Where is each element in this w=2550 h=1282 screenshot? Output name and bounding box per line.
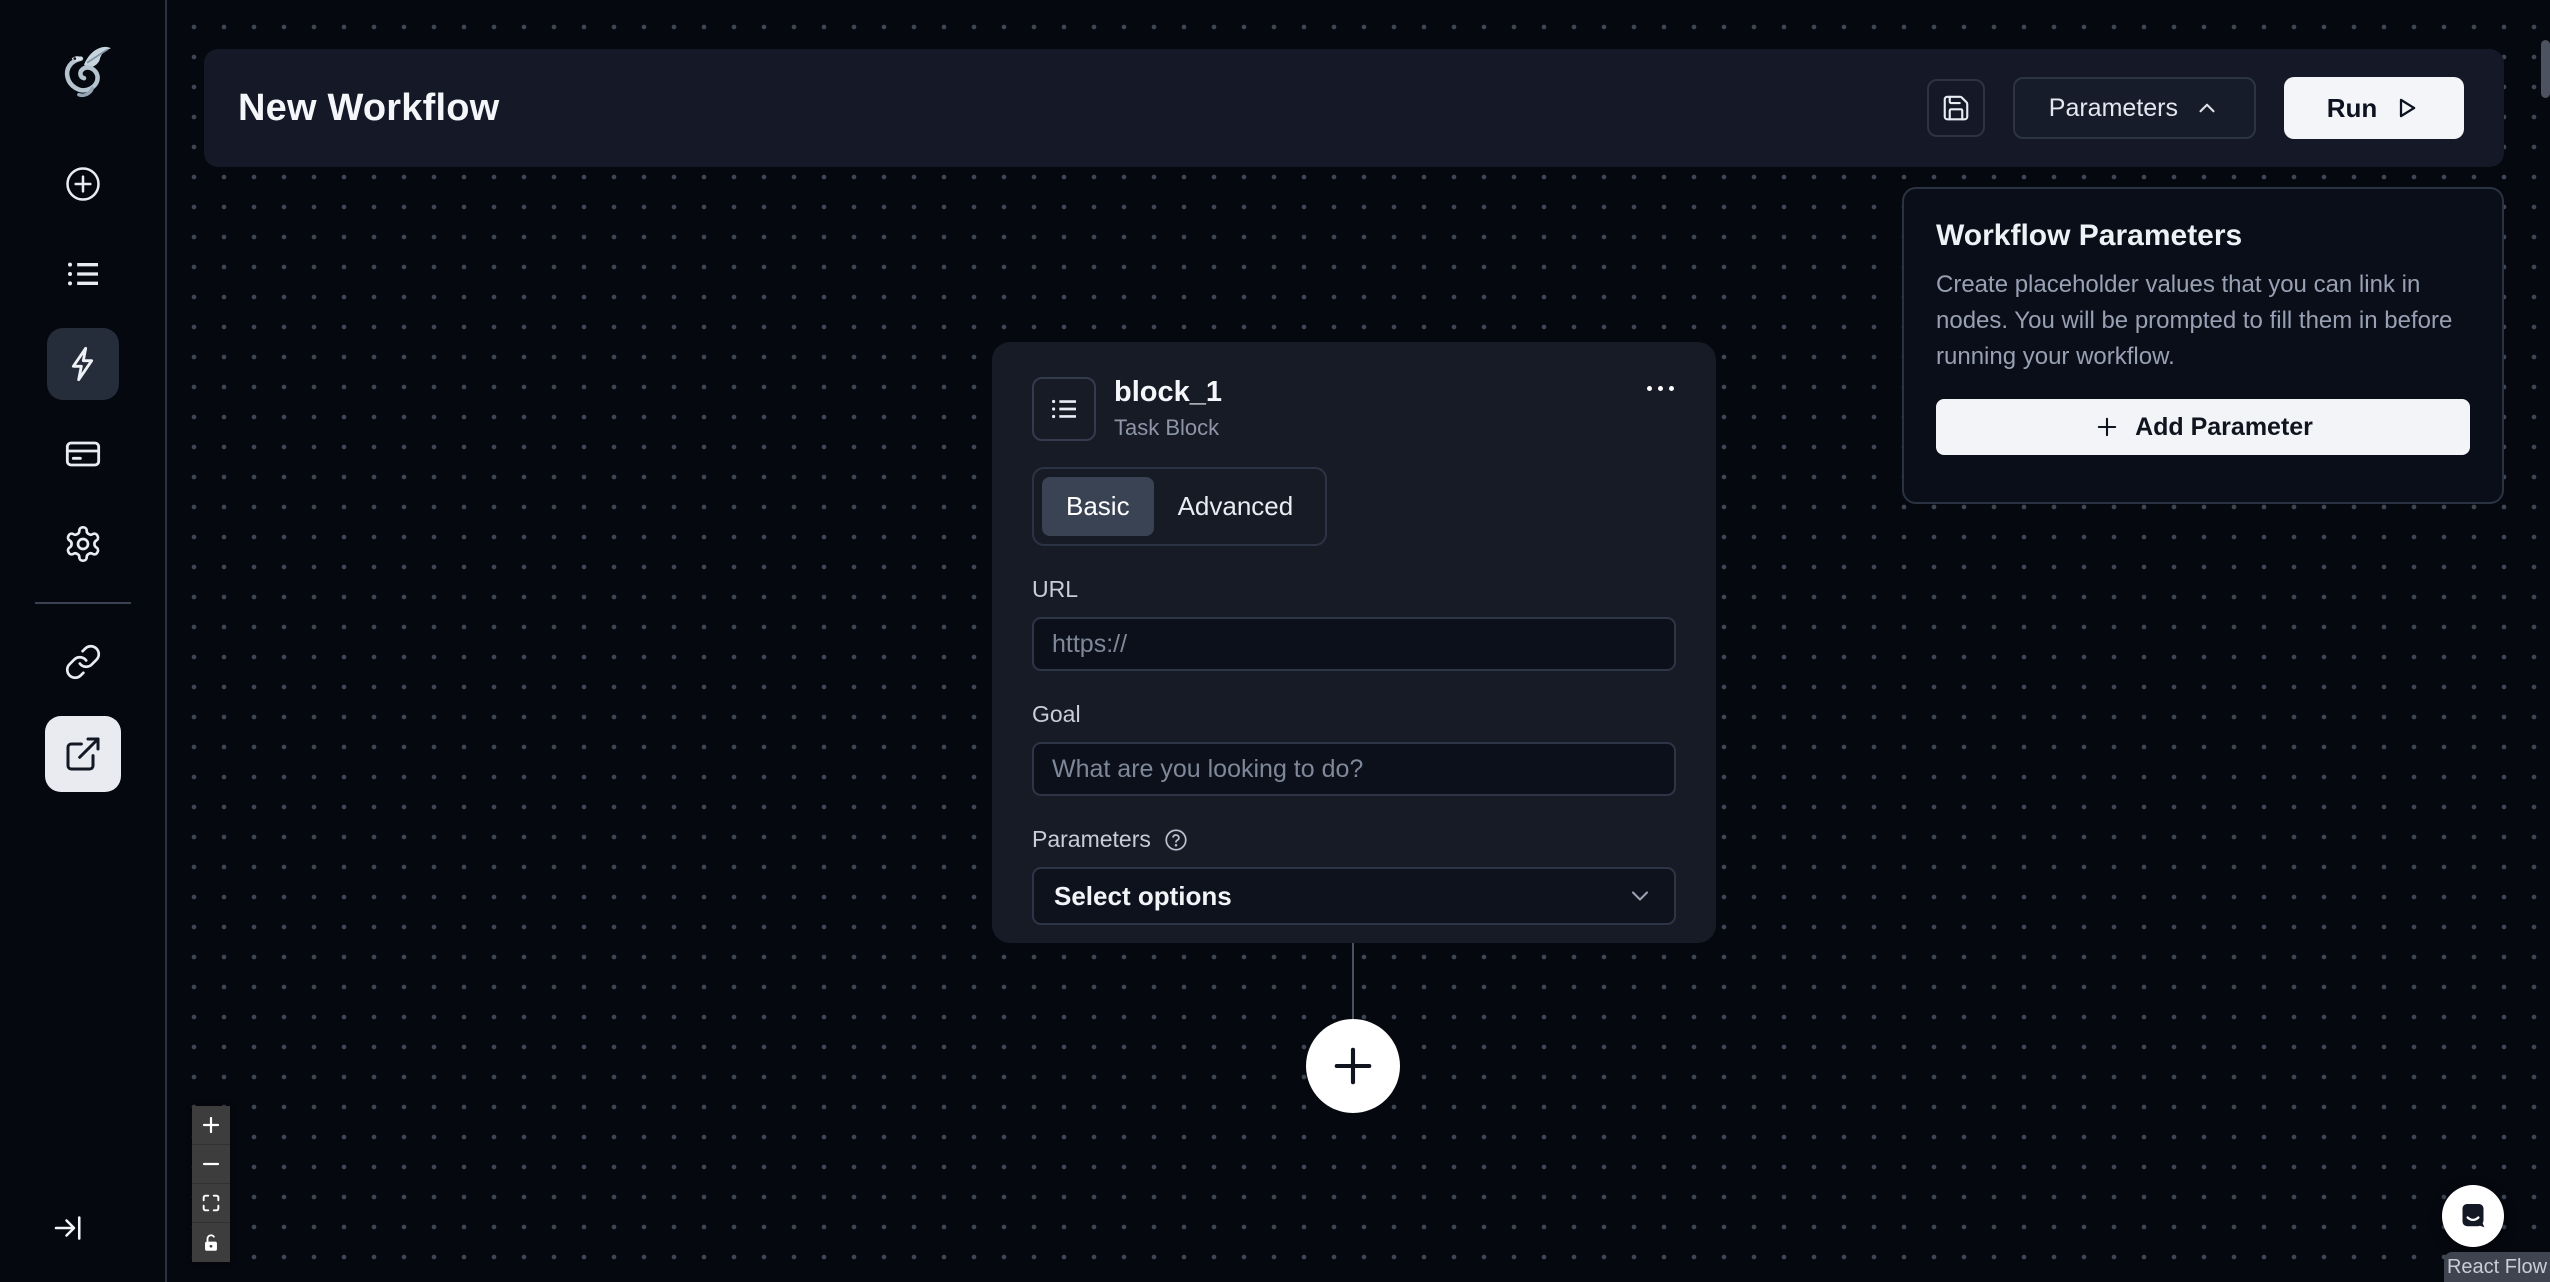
task-block-node[interactable]: block_1 Task Block Basic Advanced URL Go… xyxy=(992,342,1716,943)
list-icon xyxy=(1048,393,1080,425)
parameters-label: Parameters xyxy=(1032,826,1151,852)
plus-icon xyxy=(1327,1040,1379,1092)
minus-icon xyxy=(199,1152,223,1176)
node-subtitle: Task Block xyxy=(1114,415,1220,440)
lightning-icon xyxy=(63,344,103,384)
scrollbar-thumb[interactable] xyxy=(2541,40,2550,98)
add-parameter-button[interactable]: Add Parameter xyxy=(1936,399,2470,455)
parameters-panel-description: Create placeholder values that you can l… xyxy=(1936,271,2453,370)
workflow-parameters-panel: Workflow Parameters Create placeholder v… xyxy=(1902,187,2504,504)
sidebar-item-external[interactable] xyxy=(44,716,121,792)
zoom-out-button[interactable] xyxy=(192,1145,230,1184)
sidebar xyxy=(0,0,167,1282)
floppy-save-icon xyxy=(1941,93,1971,123)
chat-widget-button[interactable] xyxy=(2442,1185,2504,1247)
sidebar-nav xyxy=(0,108,165,792)
sidebar-item-billing[interactable] xyxy=(47,418,119,490)
sidebar-item-settings[interactable] xyxy=(47,508,119,580)
node-connector-edge xyxy=(1352,943,1354,1021)
node-menu-button[interactable] xyxy=(1645,376,1676,401)
run-button-label: Run xyxy=(2326,92,2378,123)
sidebar-item-create[interactable] xyxy=(47,148,119,220)
skyvern-dragon-logo[interactable] xyxy=(50,36,116,108)
chat-bubble-icon xyxy=(2455,1198,2491,1234)
chevron-down-icon xyxy=(1626,882,1654,910)
link-icon xyxy=(64,643,102,681)
node-mode-tabs: Basic Advanced xyxy=(1032,467,1328,546)
plus-circle-icon xyxy=(63,164,103,204)
page-title: New Workflow xyxy=(238,86,500,129)
url-label: URL xyxy=(1032,576,1079,602)
external-link-icon xyxy=(63,734,103,774)
play-icon xyxy=(2391,93,2421,123)
parameters-panel-title: Workflow Parameters xyxy=(1936,219,2243,252)
fit-view-button[interactable] xyxy=(192,1184,230,1223)
save-button[interactable] xyxy=(1926,79,1985,137)
parameters-select[interactable]: Select options xyxy=(1032,867,1676,925)
help-circle-icon[interactable] xyxy=(1163,827,1189,853)
arrow-to-bar-icon xyxy=(50,1210,86,1246)
sidebar-collapse-button[interactable] xyxy=(46,1206,90,1250)
node-icon-box xyxy=(1032,376,1096,441)
lock-interactivity-button[interactable] xyxy=(192,1223,230,1262)
sidebar-divider xyxy=(34,602,131,604)
credit-card-icon xyxy=(63,434,103,474)
parameters-select-value: Select options xyxy=(1054,880,1232,911)
goal-input[interactable] xyxy=(1032,742,1676,796)
node-titles: block_1 Task Block xyxy=(1114,376,1222,441)
list-icon xyxy=(63,254,103,294)
ellipsis-icon xyxy=(1647,386,1652,391)
add-node-button[interactable] xyxy=(1306,1019,1400,1113)
sidebar-item-tasks[interactable] xyxy=(47,238,119,310)
add-parameter-label: Add Parameter xyxy=(2135,412,2313,441)
goal-label: Goal xyxy=(1032,701,1081,727)
plus-icon xyxy=(2093,413,2121,441)
plus-icon xyxy=(199,1113,223,1137)
canvas-controls xyxy=(192,1106,230,1262)
sidebar-item-link[interactable] xyxy=(47,626,119,698)
parameters-button-label: Parameters xyxy=(2048,93,2178,122)
node-header: block_1 Task Block xyxy=(1032,376,1676,441)
zoom-in-button[interactable] xyxy=(192,1106,230,1145)
url-input[interactable] xyxy=(1032,617,1676,671)
tab-basic[interactable]: Basic xyxy=(1042,477,1154,536)
node-title: block_1 xyxy=(1114,376,1222,408)
header-actions: Parameters Run xyxy=(1926,77,2464,139)
unlock-icon xyxy=(200,1232,222,1254)
run-button[interactable]: Run xyxy=(2284,77,2464,139)
gear-icon xyxy=(63,524,103,564)
chevron-up-icon xyxy=(2194,95,2220,121)
parameters-label-row: Parameters xyxy=(1032,826,1676,853)
fit-view-icon xyxy=(200,1192,222,1214)
react-flow-attribution[interactable]: React Flow xyxy=(2444,1252,2550,1282)
workflow-header: New Workflow Parameters Run xyxy=(204,49,2504,167)
parameters-toggle-button[interactable]: Parameters xyxy=(2012,77,2256,139)
tab-advanced[interactable]: Advanced xyxy=(1154,477,1318,536)
sidebar-item-workflows[interactable] xyxy=(46,328,119,400)
